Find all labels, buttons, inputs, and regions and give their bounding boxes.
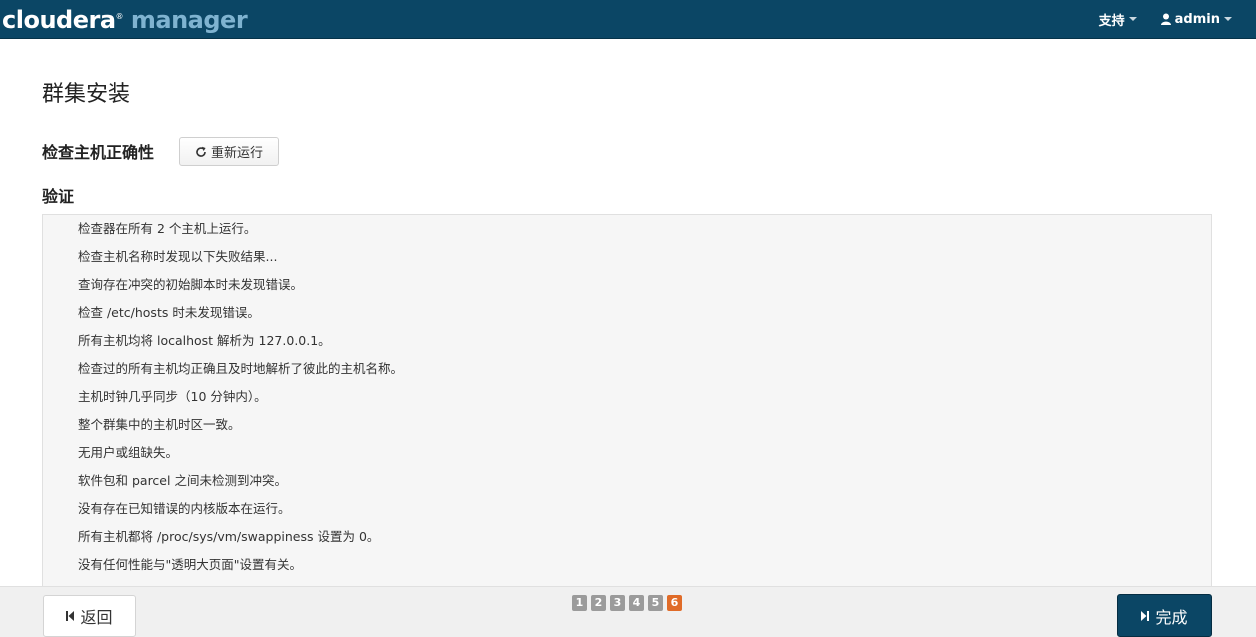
section-title: 检查主机正确性 [42,143,155,162]
result-item: 没有存在已知错误的内核版本在运行。 [78,501,291,516]
user-icon [1160,13,1171,25]
result-item: 所有主机都将 /proc/sys/vm/swappiness 设置为 0。 [78,529,380,544]
verification-results-list: 检查器在所有 2 个主机上运行。 检查主机名称时发现以下失败结果... 查询存在… [43,215,1211,579]
result-item: 检查主机名称时发现以下失败结果... [78,249,278,264]
wizard-step-current[interactable]: 6 [667,595,682,611]
chevron-down-icon [1224,17,1232,21]
result-item: 检查 /etc/hosts 时未发现错误。 [78,305,260,320]
support-menu-label: 支持 [1098,13,1125,29]
step-backward-icon [66,611,75,621]
result-item: 没有任何性能与"透明大页面"设置有关。 [78,557,302,572]
wizard-step[interactable]: 3 [610,595,625,611]
result-item: 查询存在冲突的初始脚本时未发现错误。 [78,277,304,292]
finish-button[interactable]: 完成 [1117,594,1212,637]
logo-primary-text: cloudera [2,6,116,34]
page-title: 群集安装 [42,82,131,107]
wizard-step[interactable]: 1 [572,595,587,611]
result-item: 软件包和 parcel 之间未检测到冲突。 [78,473,287,488]
step-forward-icon [1141,610,1150,621]
back-button[interactable]: 返回 [43,595,136,637]
wizard-step[interactable]: 2 [591,595,606,611]
result-item: 检查器在所有 2 个主机上运行。 [78,221,257,236]
result-item: 检查过的所有主机均正确且及时地解析了彼此的主机名称。 [78,361,404,376]
finish-button-label: 完成 [1155,607,1188,627]
back-button-label: 返回 [80,608,113,627]
rerun-button[interactable]: 重新运行 [179,137,279,166]
logo-secondary-text: manager [123,6,248,34]
rerun-button-label: 重新运行 [210,146,263,161]
verification-title: 验证 [42,187,75,206]
top-nav-menu: 支持 admin [1099,0,1256,38]
refresh-icon [195,146,211,158]
result-item: 主机时钟几乎同步（10 分钟内）。 [78,389,267,404]
chevron-down-icon [1128,17,1137,21]
top-navigation-bar: cloudera® manager 支持 admin [0,0,1256,39]
user-menu[interactable]: admin [1160,11,1232,27]
wizard-footer: 返回 1 2 3 4 5 6 完成 [0,586,1256,637]
result-item: 无用户或组缺失。 [78,445,179,460]
cloudera-manager-logo[interactable]: cloudera® manager [2,2,248,35]
verification-results-panel: 检查器在所有 2 个主机上运行。 检查主机名称时发现以下失败结果... 查询存在… [42,214,1212,594]
support-menu[interactable]: 支持 [1099,10,1137,29]
result-item: 整个群集中的主机时区一致。 [78,417,241,432]
result-item: 所有主机均将 localhost 解析为 127.0.0.1。 [78,333,331,348]
wizard-step[interactable]: 4 [629,595,644,611]
user-menu-label: admin [1174,11,1220,27]
wizard-step[interactable]: 5 [648,595,663,611]
wizard-step-indicator: 1 2 3 4 5 6 [572,595,686,611]
logo-registered-mark: ® [115,12,124,21]
